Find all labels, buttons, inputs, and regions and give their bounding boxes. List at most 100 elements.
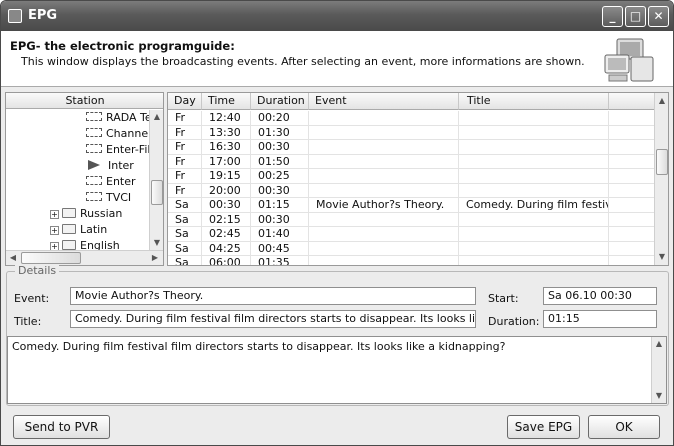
- cell-time: 20:00: [202, 183, 251, 198]
- column-header-duration[interactable]: Duration: [251, 93, 309, 110]
- column-header-event[interactable]: Event: [309, 93, 459, 110]
- cell-duration: 01:30: [251, 125, 309, 140]
- scroll-down-icon[interactable]: ▼: [652, 389, 666, 403]
- cell-event: [309, 183, 459, 198]
- tree-channel-4[interactable]: Inter: [86, 158, 134, 174]
- cell-title: [459, 169, 609, 184]
- table-vertical-scrollbar[interactable]: ▲ ▼: [654, 93, 668, 265]
- scroll-thumb[interactable]: [21, 252, 81, 264]
- cell-duration: 00:30: [251, 140, 309, 155]
- cell-duration: 00:45: [251, 241, 309, 256]
- cell-title: [459, 140, 609, 155]
- scroll-left-icon[interactable]: ◀: [6, 251, 20, 265]
- cell-event: [309, 256, 459, 265]
- column-header-title[interactable]: Title: [459, 93, 609, 110]
- channel-icon: [86, 128, 102, 137]
- table-row[interactable]: Fr 12:40 00:20: [168, 111, 658, 126]
- channel-icon: [86, 176, 102, 185]
- scroll-up-icon[interactable]: ▲: [652, 337, 666, 351]
- epg-window: EPG _ □ ✕ EPG- the electronic programgui…: [0, 0, 674, 446]
- start-field[interactable]: Sa 06.10 00:30: [543, 287, 657, 305]
- cell-day: Sa: [168, 256, 202, 265]
- maximize-button[interactable]: □: [625, 6, 646, 27]
- tree-group-2[interactable]: + Latin: [50, 222, 107, 238]
- cell-day: Sa: [168, 241, 202, 256]
- cell-blank: [609, 183, 656, 198]
- station-column-header[interactable]: Station: [6, 93, 163, 109]
- table-row[interactable]: Sa 04:25 00:45: [168, 241, 658, 256]
- send-to-pvr-button[interactable]: Send to PVR: [13, 415, 110, 439]
- cell-duration: 00:20: [251, 111, 309, 126]
- cell-time: 04:25: [202, 241, 251, 256]
- scroll-up-icon[interactable]: ▲: [655, 94, 668, 108]
- table-row[interactable]: Sa 06:00 01:35: [168, 256, 658, 265]
- scroll-thumb[interactable]: [151, 180, 163, 205]
- tree-group-1[interactable]: + Russian: [50, 206, 122, 222]
- channel-icon: [86, 144, 102, 153]
- table-row[interactable]: Sa 00:30 01:15 Movie Author?s Theory. Comedy…: [168, 198, 658, 213]
- description-scrollbar[interactable]: ▲ ▼: [651, 337, 666, 403]
- duration-field[interactable]: 01:15: [543, 310, 657, 328]
- cell-day: Fr: [168, 125, 202, 140]
- cell-day: Sa: [168, 227, 202, 242]
- epg-table[interactable]: Day Time Duration Event Title Fr 12:40 00:…: [167, 92, 669, 266]
- table-row[interactable]: Fr 16:30 00:30: [168, 140, 658, 155]
- tree-channel-1[interactable]: RADA Te: [86, 110, 152, 126]
- tree-vertical-scrollbar[interactable]: ▲ ▼: [149, 110, 163, 250]
- cell-title: [459, 154, 609, 169]
- title-field[interactable]: Comedy. During film festival film direct…: [70, 310, 476, 328]
- expand-icon[interactable]: +: [50, 210, 59, 219]
- station-tree[interactable]: Station RADA Te Channel Enter-Film Inter…: [5, 92, 164, 266]
- duration-label: Duration:: [488, 315, 540, 328]
- cell-time: 02:45: [202, 227, 251, 242]
- cell-blank: [609, 256, 656, 265]
- cell-blank: [609, 169, 656, 184]
- tree-channel-5[interactable]: Enter: [86, 174, 136, 190]
- scroll-right-icon[interactable]: ▶: [148, 251, 162, 265]
- table-row[interactable]: Sa 02:45 01:40: [168, 227, 658, 242]
- cell-duration: 01:50: [251, 154, 309, 169]
- cell-time: 12:40: [202, 111, 251, 126]
- tree-channel-2[interactable]: Channel: [86, 126, 151, 142]
- table-row[interactable]: Fr 19:15 00:25: [168, 169, 658, 184]
- table-row[interactable]: Fr 20:00 00:30: [168, 183, 658, 198]
- header-panel: EPG- the electronic programguide: This w…: [1, 31, 673, 87]
- folder-icon: [62, 224, 76, 234]
- cell-time: 13:30: [202, 125, 251, 140]
- channel-icon: [86, 112, 102, 121]
- cell-title: [459, 125, 609, 140]
- cell-event: [309, 125, 459, 140]
- table-row[interactable]: Sa 02:15 00:30: [168, 212, 658, 227]
- scroll-down-icon[interactable]: ▼: [150, 236, 163, 250]
- table-row[interactable]: Fr 17:00 01:50: [168, 154, 658, 169]
- expand-icon[interactable]: +: [50, 226, 59, 235]
- cell-blank: [609, 125, 656, 140]
- ok-button[interactable]: OK: [588, 415, 660, 439]
- scroll-up-icon[interactable]: ▲: [150, 110, 163, 124]
- title-bar[interactable]: EPG _ □ ✕: [1, 1, 673, 31]
- column-header-time[interactable]: Time: [202, 93, 251, 110]
- cell-time: 16:30: [202, 140, 251, 155]
- description-textarea[interactable]: Comedy. During film festival film direct…: [7, 336, 667, 404]
- save-epg-button[interactable]: Save EPG: [507, 415, 580, 439]
- arrow-right-icon: [88, 160, 100, 170]
- table-row[interactable]: Fr 13:30 01:30: [168, 125, 658, 140]
- scroll-thumb[interactable]: [656, 149, 668, 175]
- start-label: Start:: [488, 292, 519, 305]
- cell-event: [309, 154, 459, 169]
- title-label: Title:: [14, 315, 42, 328]
- tree-channel-6[interactable]: TVCI: [86, 190, 131, 206]
- cell-day: Fr: [168, 111, 202, 126]
- cell-blank: [609, 241, 656, 256]
- header-description: This window displays the broadcasting ev…: [21, 55, 585, 68]
- event-field[interactable]: Movie Author?s Theory.: [70, 287, 476, 305]
- cell-day: Fr: [168, 140, 202, 155]
- cell-time: 02:15: [202, 212, 251, 227]
- minimize-button[interactable]: _: [602, 6, 623, 27]
- cell-duration: 00:30: [251, 183, 309, 198]
- column-header-day[interactable]: Day: [168, 93, 202, 110]
- cell-title: Comedy. During film festival...: [459, 198, 609, 213]
- close-button[interactable]: ✕: [648, 6, 669, 27]
- tree-horizontal-scrollbar[interactable]: ◀ ▶: [6, 250, 163, 265]
- scroll-down-icon[interactable]: ▼: [655, 250, 668, 264]
